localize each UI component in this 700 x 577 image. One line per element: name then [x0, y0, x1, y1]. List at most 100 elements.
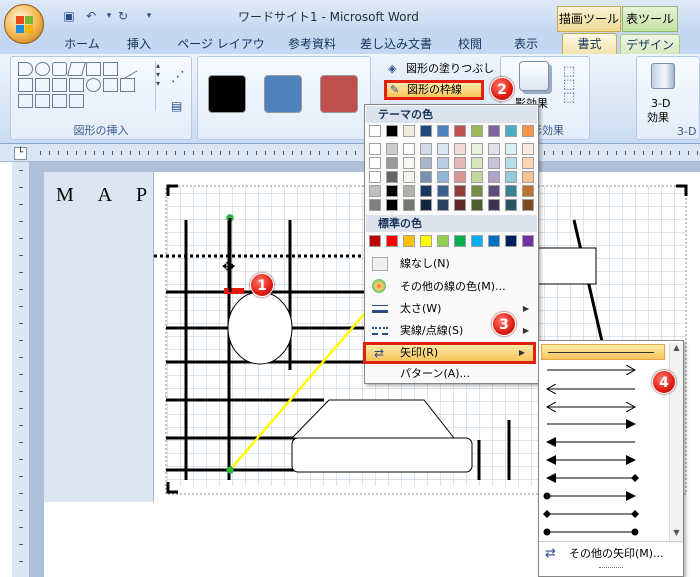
theme-color-swatch[interactable] [454, 185, 466, 197]
theme-color-swatch[interactable] [505, 143, 517, 155]
theme-color-swatch[interactable] [420, 157, 432, 169]
standard-color-row[interactable] [369, 235, 537, 249]
theme-color-swatch[interactable] [403, 199, 415, 211]
standard-color-swatch[interactable] [420, 235, 432, 247]
theme-color-swatch[interactable] [386, 185, 398, 197]
no-line-item[interactable]: 線なし(N) [366, 253, 537, 275]
shape-icon[interactable] [69, 94, 84, 108]
tab-references[interactable]: 参考資料 [282, 34, 342, 54]
tab-home[interactable]: ホーム [60, 34, 104, 54]
theme-color-swatch[interactable] [437, 143, 449, 155]
more-arrows-item[interactable]: ⇄ その他の矢印(M)... [539, 541, 683, 565]
standard-color-swatch[interactable] [437, 235, 449, 247]
theme-color-swatch[interactable] [488, 199, 500, 211]
theme-color-swatch[interactable] [386, 125, 398, 137]
theme-color-swatch[interactable] [369, 143, 381, 155]
shape-icon[interactable] [103, 78, 118, 92]
theme-color-swatch[interactable] [471, 185, 483, 197]
theme-color-swatch[interactable] [386, 199, 398, 211]
customize-toolbar-icon[interactable]: ▾ [140, 8, 158, 24]
theme-color-swatch[interactable] [488, 185, 500, 197]
shape-icon[interactable] [35, 94, 50, 108]
theme-color-swatch[interactable] [522, 171, 534, 183]
shape-icon[interactable] [67, 62, 86, 76]
theme-color-swatch[interactable] [488, 143, 500, 155]
theme-color-swatch[interactable] [403, 157, 415, 169]
style-blue[interactable] [264, 75, 302, 113]
shape-icon[interactable] [52, 78, 67, 92]
pattern-item[interactable]: パターン(A)... [366, 363, 537, 385]
theme-color-swatch[interactable] [505, 157, 517, 169]
standard-color-swatch[interactable] [471, 235, 483, 247]
shape-icon[interactable] [35, 78, 50, 92]
theme-color-swatch[interactable] [420, 125, 432, 137]
theme-color-swatch[interactable] [386, 143, 398, 155]
standard-color-swatch[interactable] [403, 235, 415, 247]
edit-shape-icon[interactable]: ⋰ [171, 69, 185, 85]
shape-icon[interactable] [103, 62, 118, 76]
theme-color-swatch[interactable] [437, 185, 449, 197]
theme-color-swatch[interactable] [471, 171, 483, 183]
more-colors-item[interactable]: その他の線の色(M)... [366, 276, 537, 298]
shape-icon[interactable] [52, 94, 67, 108]
theme-color-swatch[interactable] [369, 125, 381, 137]
textbox-icon[interactable]: ▤ [171, 99, 182, 113]
tab-format[interactable]: 書式 [562, 33, 617, 56]
redo-icon[interactable]: ↻ [114, 8, 132, 24]
theme-color-swatch[interactable] [522, 143, 534, 155]
theme-color-swatch[interactable] [403, 125, 415, 137]
theme-color-swatch[interactable] [420, 185, 432, 197]
theme-color-swatch[interactable] [505, 125, 517, 137]
shape-icon[interactable] [18, 62, 33, 76]
theme-color-swatch[interactable] [471, 125, 483, 137]
theme-color-swatch[interactable] [454, 143, 466, 155]
standard-color-swatch[interactable] [386, 235, 398, 247]
horizontal-ruler[interactable] [0, 144, 700, 162]
theme-color-swatch[interactable] [386, 171, 398, 183]
shapes-gallery[interactable] [17, 59, 149, 109]
theme-color-swatch[interactable] [454, 125, 466, 137]
theme-color-swatch[interactable] [437, 157, 449, 169]
save-icon[interactable]: ▣ [60, 8, 78, 24]
theme-color-swatch[interactable] [420, 143, 432, 155]
theme-color-swatch[interactable] [369, 171, 381, 183]
tab-view[interactable]: 表示 [506, 34, 546, 54]
theme-color-swatch[interactable] [488, 125, 500, 137]
theme-color-swatch[interactable] [522, 185, 534, 197]
theme-color-grid[interactable] [369, 125, 537, 213]
standard-color-swatch[interactable] [522, 235, 534, 247]
theme-color-swatch[interactable] [369, 185, 381, 197]
standard-color-swatch[interactable] [488, 235, 500, 247]
theme-color-swatch[interactable] [454, 171, 466, 183]
line-shape-icon[interactable] [117, 59, 138, 79]
tab-design[interactable]: デザイン [620, 34, 680, 54]
tab-page-layout[interactable]: ページ レイアウト [176, 34, 266, 71]
arrows-item[interactable]: ⇄ 矢印(R) ▶ [363, 342, 536, 364]
arrow-styles-list[interactable] [539, 361, 669, 551]
shape-icon[interactable] [86, 62, 101, 76]
theme-color-swatch[interactable] [403, 171, 415, 183]
theme-color-swatch[interactable] [488, 157, 500, 169]
resize-grip[interactable] [599, 567, 623, 573]
tab-review[interactable]: 校閲 [450, 34, 490, 54]
theme-color-swatch[interactable] [471, 157, 483, 169]
standard-color-swatch[interactable] [505, 235, 517, 247]
theme-color-swatch[interactable] [471, 143, 483, 155]
theme-color-swatch[interactable] [386, 157, 398, 169]
line-handle-end[interactable] [226, 466, 234, 474]
style-black[interactable] [208, 75, 246, 113]
theme-color-swatch[interactable] [454, 199, 466, 211]
table-cell[interactable] [44, 172, 154, 502]
tab-insert[interactable]: 挿入 [118, 34, 160, 54]
theme-color-swatch[interactable] [522, 157, 534, 169]
theme-color-swatch[interactable] [488, 171, 500, 183]
shape-icon[interactable] [18, 94, 33, 108]
shadow-nudge-icons[interactable]: ⬚ ⬚ ⬚ [563, 65, 575, 104]
theme-color-swatch[interactable] [437, 125, 449, 137]
vertical-ruler[interactable] [12, 162, 30, 577]
shape-icon[interactable] [86, 78, 101, 92]
shape-icon[interactable] [69, 78, 84, 92]
theme-color-swatch[interactable] [454, 157, 466, 169]
theme-color-swatch[interactable] [522, 199, 534, 211]
theme-color-swatch[interactable] [505, 185, 517, 197]
